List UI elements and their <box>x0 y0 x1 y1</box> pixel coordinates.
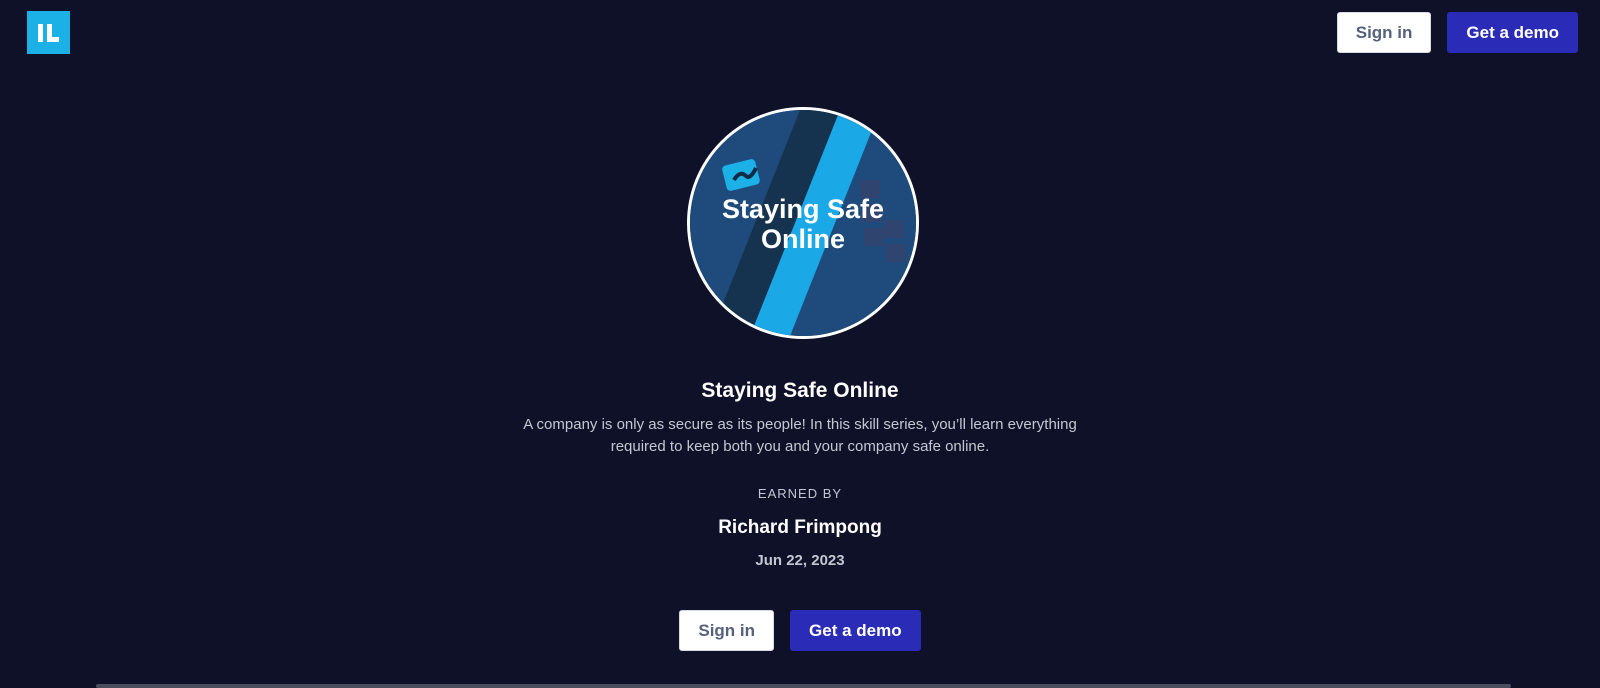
logo-icon: IL <box>27 11 59 42</box>
badge-details: Staying Safe Online A company is only as… <box>0 376 1600 571</box>
brand-logo[interactable]: IL <box>27 11 70 54</box>
badge-image: Staying Safe Online <box>687 107 919 339</box>
badge-title: Staying Safe Online <box>701 379 899 402</box>
earner-name: Richard Frimpong <box>718 517 882 538</box>
get-demo-button-bottom[interactable]: Get a demo <box>790 610 921 651</box>
sign-in-button[interactable]: Sign in <box>1336 12 1432 53</box>
badge-description: A company is only as secure as its peopl… <box>523 416 1077 455</box>
earned-date: Jun 22, 2023 <box>755 552 845 569</box>
earned-by-label: EARNED BY <box>757 486 843 501</box>
get-demo-button[interactable]: Get a demo <box>1447 12 1578 53</box>
footer-actions: Sign in Get a demo <box>0 610 1600 651</box>
badge-title-line2: Online <box>761 224 845 254</box>
badge-title-line1: Staying Safe <box>722 194 884 224</box>
svg-text:IL: IL <box>27 11 28 12</box>
section-divider <box>96 684 1511 688</box>
page: IL Sign in Get a demo Staying Safe Onlin… <box>0 0 1600 688</box>
header-actions: Sign in Get a demo <box>1336 12 1578 53</box>
sign-in-button-bottom[interactable]: Sign in <box>679 610 775 651</box>
